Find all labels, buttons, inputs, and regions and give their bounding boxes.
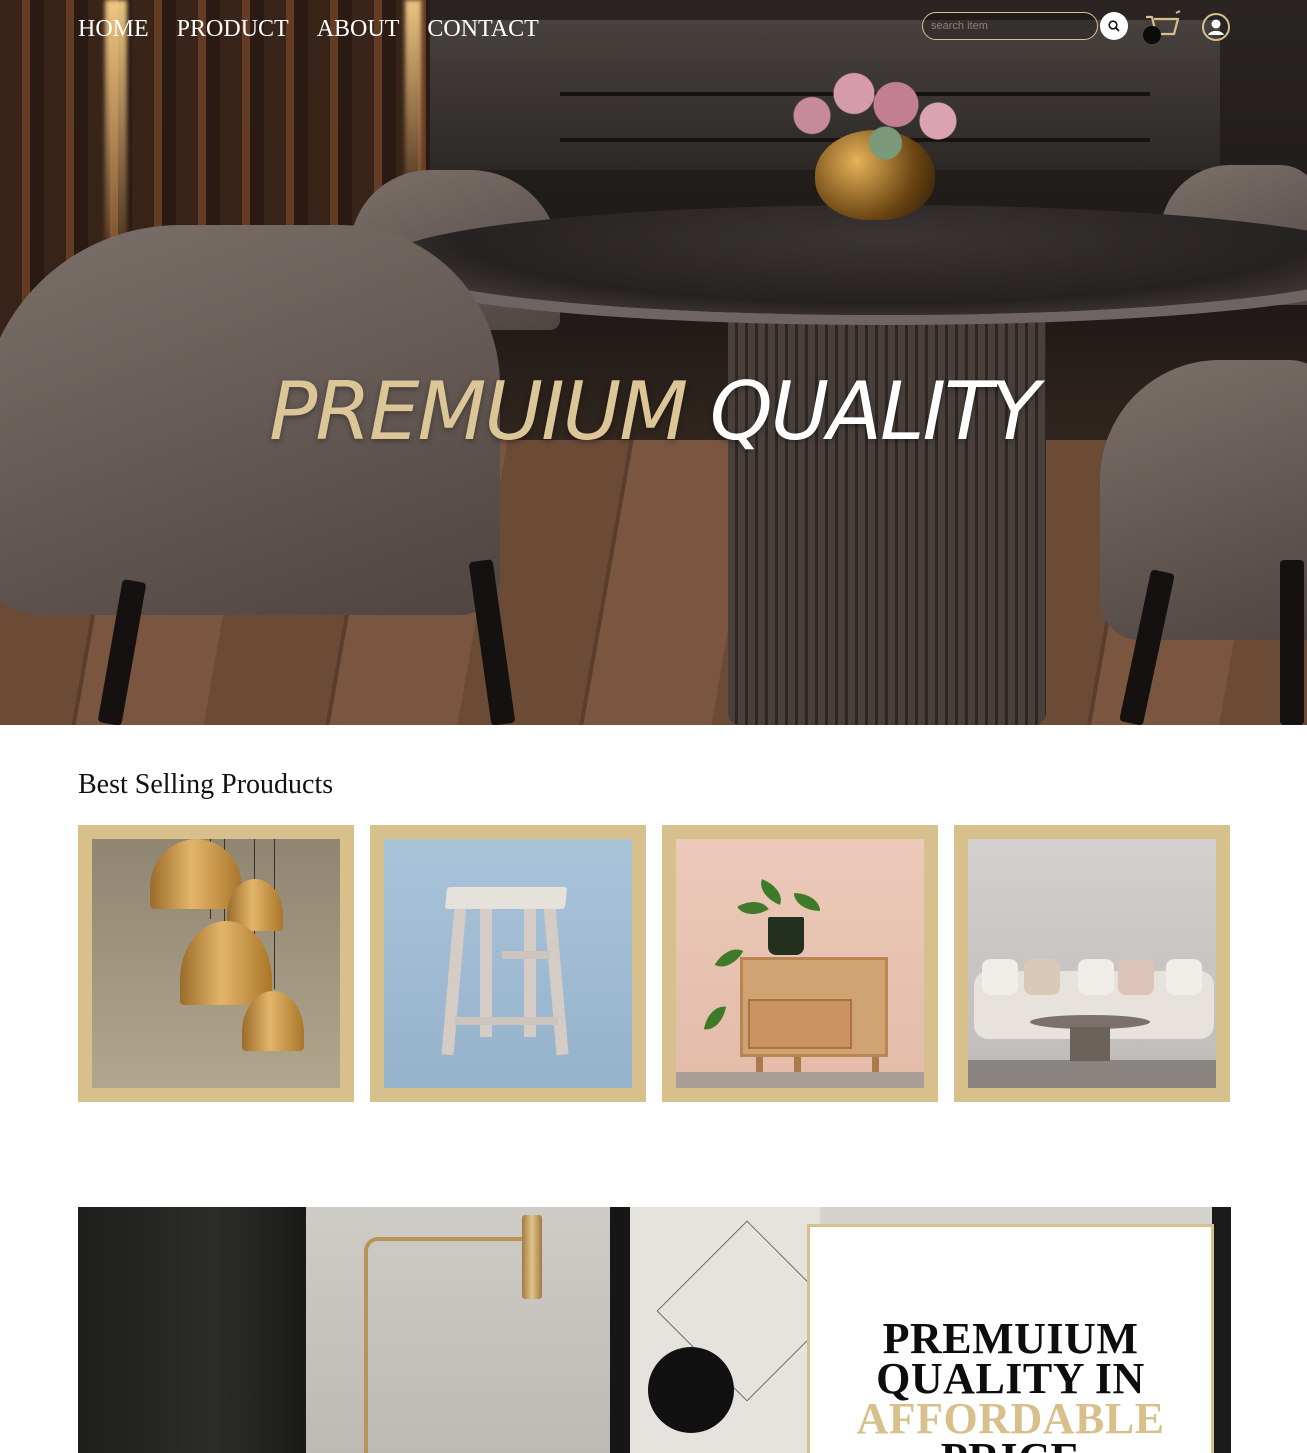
promo-card: PREMUIUM QUALITY IN AFFORDABLE PRICE: [807, 1224, 1214, 1453]
hero-chair-leg: [1280, 560, 1304, 725]
product-image-sofa: [968, 839, 1216, 1088]
search-input[interactable]: [922, 12, 1098, 40]
main-nav: HOME PRODUCT ABOUT CONTACT: [78, 14, 539, 44]
user-account-button[interactable]: [1200, 11, 1232, 43]
hero-table-pedestal: [728, 300, 1046, 725]
hero-banner: PREMUIUM QUALITY: [0, 0, 1307, 725]
hero-title: PREMUIUM QUALITY: [0, 372, 1307, 452]
nav-link-about[interactable]: ABOUT: [317, 14, 400, 44]
cart-badge: [1143, 26, 1161, 44]
user-icon: [1202, 13, 1230, 41]
promo-line-1: PREMUIUM: [882, 1314, 1139, 1363]
product-image-nightstand: [676, 839, 924, 1088]
product-card-sofa[interactable]: [954, 825, 1230, 1102]
hero-title-main: QUALITY: [709, 365, 1040, 458]
nav-link-contact[interactable]: CONTACT: [427, 14, 538, 44]
promo-brass-lamp-head: [522, 1215, 542, 1299]
promo-headline: PREMUIUM QUALITY IN AFFORDABLE PRICE: [810, 1314, 1211, 1453]
product-card-pendant-lamps[interactable]: [78, 825, 354, 1102]
promo-line-3: AFFORDABLE: [856, 1394, 1165, 1443]
promo-frame-stripe: [610, 1207, 630, 1453]
hero-title-accent: PREMUIUM: [269, 365, 688, 458]
promo-dark-panel: [78, 1207, 306, 1453]
search-icon: [1108, 20, 1120, 32]
promo-brass-lamp: [364, 1237, 522, 1453]
promo-art-circle: [648, 1347, 734, 1433]
product-grid: [78, 825, 1230, 1102]
product-image-pendant-lamps: [92, 839, 340, 1088]
product-card-wooden-stool[interactable]: [370, 825, 646, 1102]
best-selling-title: Best Selling Prouducts: [78, 769, 334, 800]
hero-flowers: [770, 55, 980, 165]
product-image-wooden-stool: [384, 839, 632, 1088]
nav-link-product[interactable]: PRODUCT: [177, 14, 289, 44]
product-card-nightstand[interactable]: [662, 825, 938, 1102]
promo-right-edge: [1212, 1207, 1231, 1453]
promo-banner: PREMUIUM QUALITY IN AFFORDABLE PRICE: [78, 1207, 1231, 1453]
nav-link-home[interactable]: HOME: [78, 14, 149, 44]
promo-line-2: QUALITY IN: [876, 1354, 1145, 1403]
search-button[interactable]: [1100, 12, 1128, 40]
